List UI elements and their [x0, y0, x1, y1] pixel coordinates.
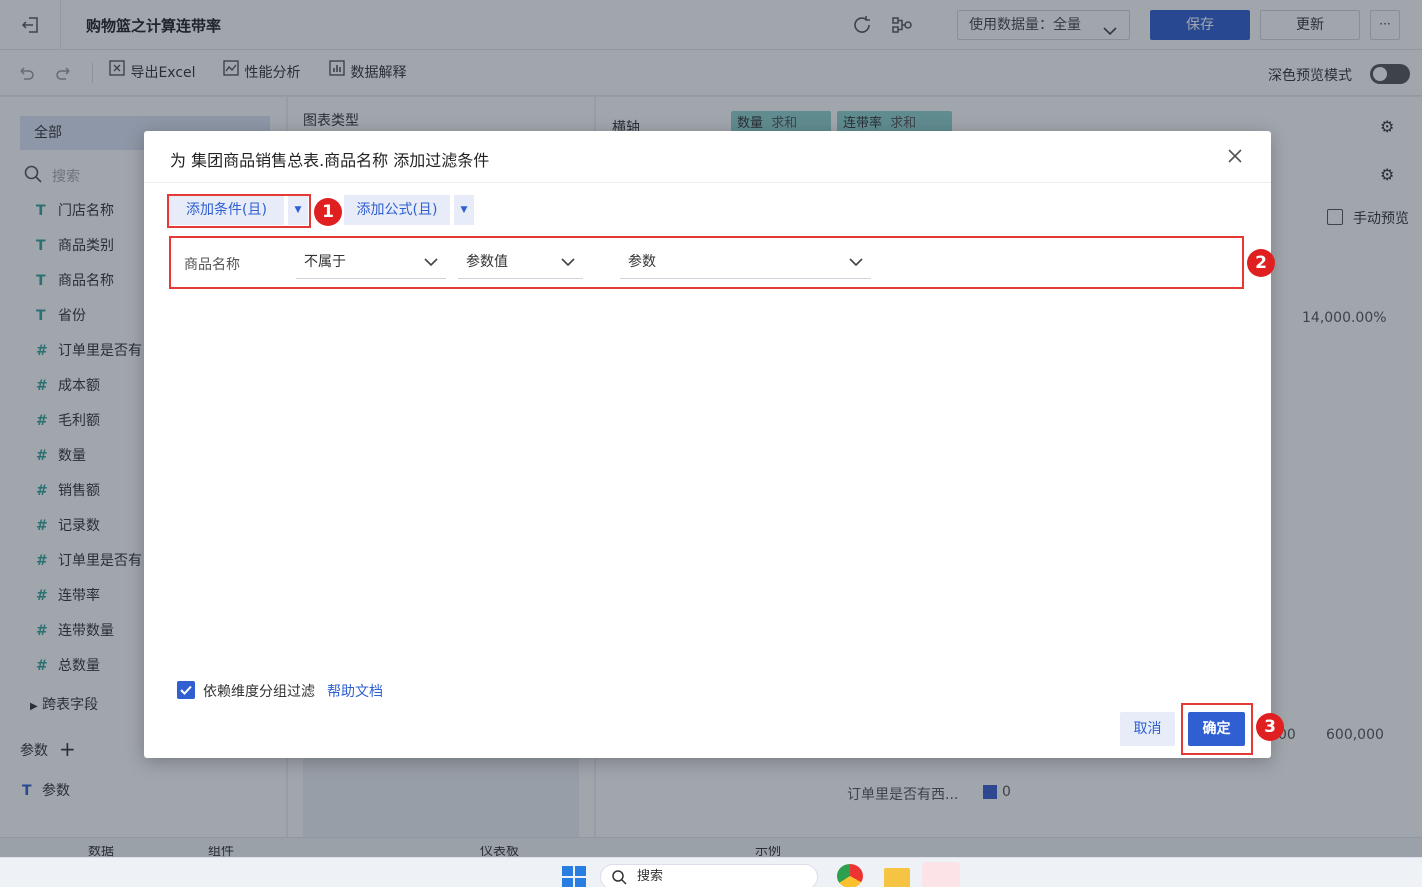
- help-doc-link[interactable]: 帮助文档: [327, 681, 383, 701]
- dependency-checkbox[interactable]: [177, 681, 195, 699]
- windows-start-icon[interactable]: [562, 866, 586, 887]
- taskbar-search-label: 搜索: [637, 869, 664, 884]
- chrome-icon[interactable]: [837, 864, 863, 887]
- taskbar-search[interactable]: 搜索: [600, 864, 818, 887]
- dialog-title: 为 集团商品销售总表.商品名称 添加过滤条件: [170, 151, 490, 170]
- annotation-box-3: [1181, 703, 1253, 755]
- annotation-box-2: [169, 236, 1244, 289]
- annotation-badge-2: 2: [1247, 249, 1275, 277]
- os-taskbar: 搜索: [0, 857, 1422, 887]
- annotation-badge-1: 1: [314, 198, 342, 226]
- caret-down-icon: ▼: [460, 205, 468, 215]
- cancel-button[interactable]: 取消: [1120, 712, 1175, 746]
- dependency-checkbox-label: 依赖维度分组过滤: [203, 684, 315, 700]
- add-formula-button[interactable]: 添加公式(且): [344, 195, 450, 225]
- filter-dialog: 为 集团商品销售总表.商品名称 添加过滤条件 添加条件(且) ▼ 1 添加公式(…: [144, 131, 1284, 758]
- add-formula-label: 添加公式(且): [356, 202, 438, 218]
- close-icon[interactable]: [1227, 148, 1243, 168]
- annotation-badge-3: 3: [1256, 713, 1284, 741]
- annotation-box-1: [167, 194, 311, 228]
- add-formula-dropdown[interactable]: ▼: [454, 195, 474, 225]
- app-icon[interactable]: [922, 862, 960, 887]
- file-explorer-icon[interactable]: [884, 868, 910, 887]
- dialog-header-divider: [144, 182, 1271, 183]
- search-icon: [612, 870, 627, 887]
